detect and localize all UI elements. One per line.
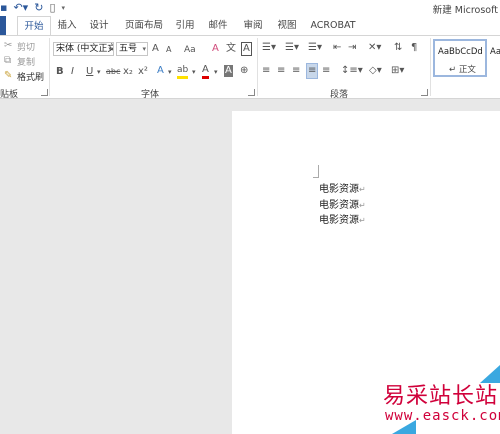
style-normal-label: ↵ 正文 (449, 65, 476, 75)
document-line[interactable]: 电影资源↵ (319, 196, 366, 211)
tab-home[interactable]: 开始 (17, 16, 51, 35)
chevron-down-icon[interactable]: ▾ (97, 66, 101, 78)
line-text: 电影资源 (319, 184, 359, 195)
tab-review[interactable]: 审阅 (242, 16, 264, 35)
chevron-down-icon[interactable]: ▾ (192, 66, 196, 78)
document-line[interactable]: 电影资源↵ (319, 180, 366, 195)
save-icon[interactable]: ▪ (0, 1, 7, 15)
grow-font-icon[interactable]: A (152, 43, 159, 55)
decrease-indent-icon[interactable]: ⇤ (333, 42, 341, 54)
enclose-characters-icon[interactable]: ⊕ (240, 65, 248, 77)
text-effects-icon[interactable]: A (157, 65, 164, 77)
tab-file[interactable] (0, 16, 6, 35)
justify-icon[interactable]: ≡ (306, 63, 319, 79)
chevron-down-icon[interactable]: ▾ (214, 66, 218, 78)
tab-references[interactable]: 引用 (174, 16, 196, 35)
line-spacing-icon[interactable]: ↕≡▾ (341, 65, 363, 77)
style-normal-label-text: 正文 (458, 65, 476, 75)
paragraph-launcher-icon[interactable] (421, 89, 428, 96)
line-text: 电影资源 (319, 215, 359, 226)
window-title: 新建 Microsoft (432, 5, 498, 16)
line-text: 电影资源 (319, 200, 359, 211)
margin-corner-mark (313, 165, 319, 178)
shrink-font-icon[interactable]: A (166, 44, 171, 56)
style-normal-preview: AaBbCcDd (438, 47, 483, 57)
tab-view[interactable]: 视图 (276, 16, 298, 35)
bold-icon[interactable]: B (56, 66, 64, 78)
font-color-icon[interactable]: A (202, 64, 209, 79)
font-size-value: 五号 (119, 44, 138, 54)
increase-indent-icon[interactable]: ⇥ (348, 42, 356, 54)
align-left-icon[interactable]: ≡ (262, 65, 270, 77)
borders-icon[interactable]: ⊞▾ (391, 65, 404, 77)
quick-access-toolbar: ▪ ↶▾ ↻ ▯ ▾ (0, 0, 65, 16)
underline-icon[interactable]: U (86, 66, 93, 78)
strikethrough-icon[interactable]: abc (106, 66, 120, 78)
show-marks-icon[interactable]: ¶ (411, 42, 417, 54)
separator (430, 38, 431, 96)
style-next-preview: AaBb (490, 47, 500, 57)
format-painter-icon: ✎ (4, 70, 13, 81)
align-center-icon[interactable]: ≡ (277, 65, 285, 77)
style-normal[interactable]: AaBbCcDd ↵ 正文 (433, 39, 487, 77)
cut-icon: ✂ (4, 40, 13, 51)
numbering-icon[interactable]: ☰▾ (285, 42, 299, 54)
clipboard-launcher-icon[interactable] (41, 89, 48, 96)
distributed-icon[interactable]: ≡ (322, 65, 330, 77)
copy-icon: ⧉ (4, 55, 12, 66)
tab-insert[interactable]: 插入 (56, 16, 78, 35)
chevron-down-icon: ▾ (108, 45, 112, 53)
document-line[interactable]: 电影资源↵ (319, 211, 366, 226)
font-size-combo[interactable]: 五号 ▾ (116, 42, 148, 56)
style-no-spacing[interactable]: AaBb (489, 39, 500, 77)
bullets-icon[interactable]: ☰▾ (262, 42, 276, 54)
multilevel-list-icon[interactable]: ☰▾ (308, 42, 322, 54)
tab-mailings[interactable]: 邮件 (207, 16, 229, 35)
font-name-value: 宋体 (中文正文 (56, 44, 114, 54)
character-shading-icon[interactable]: A (224, 65, 233, 77)
watermark-url: www.easck.com (385, 408, 500, 424)
tab-page-layout[interactable]: 页面布局 (124, 16, 164, 35)
chevron-down-icon: ▾ (142, 45, 146, 53)
ribbon-tabs: 开始 插入 设计 页面布局 引用 邮件 审阅 视图 ACROBAT (0, 16, 500, 35)
clear-formatting-icon[interactable]: A (212, 43, 219, 55)
watermark-title: 易采站长站 (383, 384, 499, 409)
paragraph-mark-icon: ↵ (359, 216, 366, 225)
character-border-icon[interactable]: A (241, 42, 252, 56)
cut-button[interactable]: 剪切 (17, 40, 35, 53)
change-case-icon[interactable]: Aa (184, 44, 196, 56)
superscript-icon[interactable]: x² (138, 66, 148, 78)
customize-icon[interactable]: ▾ (62, 1, 66, 15)
new-document-icon[interactable]: ▯ (49, 1, 55, 15)
tab-acrobat[interactable]: ACROBAT (310, 16, 356, 35)
shading-icon[interactable]: ◇▾ (369, 65, 382, 77)
align-right-icon[interactable]: ≡ (292, 65, 300, 77)
italic-icon[interactable]: I (71, 66, 74, 78)
highlight-icon[interactable]: ab (177, 64, 189, 79)
chinese-layout-icon[interactable]: ✕▾ (368, 42, 381, 54)
sort-icon[interactable]: ⇅ (394, 42, 402, 54)
paragraph-mark-icon: ↵ (359, 201, 366, 210)
separator (49, 38, 50, 96)
format-painter-button[interactable]: 格式刷 (17, 70, 44, 83)
tab-design[interactable]: 设计 (88, 16, 110, 35)
paragraph-mark-icon: ↵ (359, 185, 366, 194)
phonetic-guide-icon[interactable]: 文 (226, 43, 236, 55)
undo-icon[interactable]: ↶▾ (13, 1, 28, 15)
chevron-down-icon[interactable]: ▾ (168, 66, 172, 78)
subscript-icon[interactable]: x₂ (123, 66, 133, 78)
separator (257, 38, 258, 96)
font-launcher-icon[interactable] (248, 89, 255, 96)
font-name-combo[interactable]: 宋体 (中文正文 ▾ (53, 42, 114, 56)
title-bar: ▪ ↶▾ ↻ ▯ ▾ 新建 Microsoft (0, 0, 500, 16)
redo-icon[interactable]: ↻ (34, 1, 43, 15)
copy-button[interactable]: 复制 (17, 55, 35, 68)
